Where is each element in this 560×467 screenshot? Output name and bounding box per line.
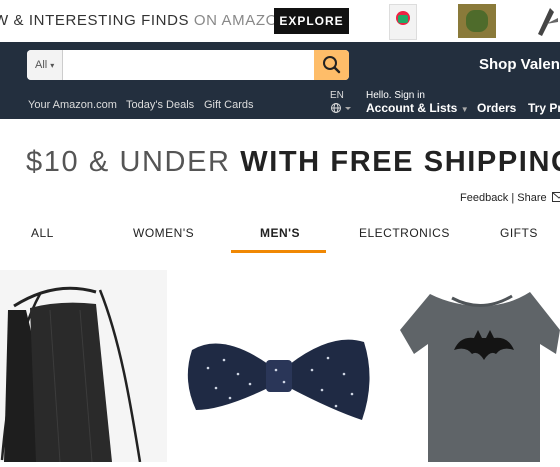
tab-all[interactable]: ALL bbox=[31, 226, 54, 240]
promo-text: W & INTERESTING FINDS ON AMAZON bbox=[0, 12, 290, 29]
top-navigation: All ▾ Shop Valent Your Amazon.com Today'… bbox=[0, 42, 560, 119]
search-bar: All ▾ bbox=[27, 50, 349, 80]
category-tabs: ALL WOMEN'S MEN'S ELECTRONICS GIFTS bbox=[0, 215, 560, 253]
active-tab-indicator bbox=[231, 250, 326, 253]
search-button[interactable] bbox=[314, 50, 349, 80]
product-tile-drawstring-bag[interactable] bbox=[0, 270, 167, 463]
promo-product-thumbnail[interactable] bbox=[389, 4, 417, 40]
page-title: $10 & UNDER WITH FREE SHIPPING bbox=[26, 146, 560, 178]
feedback-link[interactable]: Feedback bbox=[460, 192, 508, 204]
promo-product-thumbnail[interactable] bbox=[458, 4, 496, 38]
tab-womens[interactable]: WOMEN'S bbox=[133, 226, 194, 240]
language-selector[interactable]: EN bbox=[330, 90, 352, 114]
mail-icon[interactable] bbox=[551, 192, 560, 202]
globe-icon bbox=[331, 103, 351, 113]
bow-tie-image bbox=[187, 339, 370, 420]
sign-in-greeting[interactable]: Hello. Sign in bbox=[366, 90, 425, 101]
search-icon bbox=[323, 56, 341, 74]
chevron-down-icon: ▼ bbox=[460, 105, 469, 114]
tab-electronics[interactable]: ELECTRONICS bbox=[359, 226, 450, 240]
orders-link[interactable]: Orders bbox=[477, 101, 516, 115]
account-lists-menu[interactable]: Account & Lists ▼ bbox=[366, 101, 469, 115]
promo-product-thumbnail[interactable] bbox=[532, 4, 560, 38]
account-label: Account & Lists bbox=[366, 101, 458, 115]
nav-your-amazon[interactable]: Your Amazon.com bbox=[28, 99, 117, 111]
product-tile-batman-tshirt[interactable] bbox=[390, 270, 560, 462]
shop-promo-link[interactable]: Shop Valent bbox=[479, 56, 560, 73]
drawstring-bag-image bbox=[0, 286, 142, 463]
promo-banner[interactable]: W & INTERESTING FINDS ON AMAZON EXPLORE bbox=[0, 0, 560, 42]
explore-button[interactable]: EXPLORE bbox=[274, 8, 349, 34]
tab-gifts[interactable]: GIFTS bbox=[500, 226, 538, 240]
feedback-share-bar: Feedback | Share bbox=[460, 192, 560, 204]
product-tile-bow-tie[interactable] bbox=[172, 270, 385, 462]
language-code: EN bbox=[330, 90, 344, 101]
search-category-dropdown[interactable]: All ▾ bbox=[27, 50, 63, 80]
batman-tshirt-image bbox=[400, 292, 560, 462]
tab-mens[interactable]: MEN'S bbox=[260, 226, 300, 240]
nav-todays-deals[interactable]: Today's Deals bbox=[126, 99, 194, 111]
share-link[interactable]: Share bbox=[517, 192, 546, 204]
search-input[interactable] bbox=[64, 50, 312, 80]
try-prime-link[interactable]: Try Pr bbox=[528, 101, 560, 115]
nav-gift-cards[interactable]: Gift Cards bbox=[204, 99, 254, 111]
